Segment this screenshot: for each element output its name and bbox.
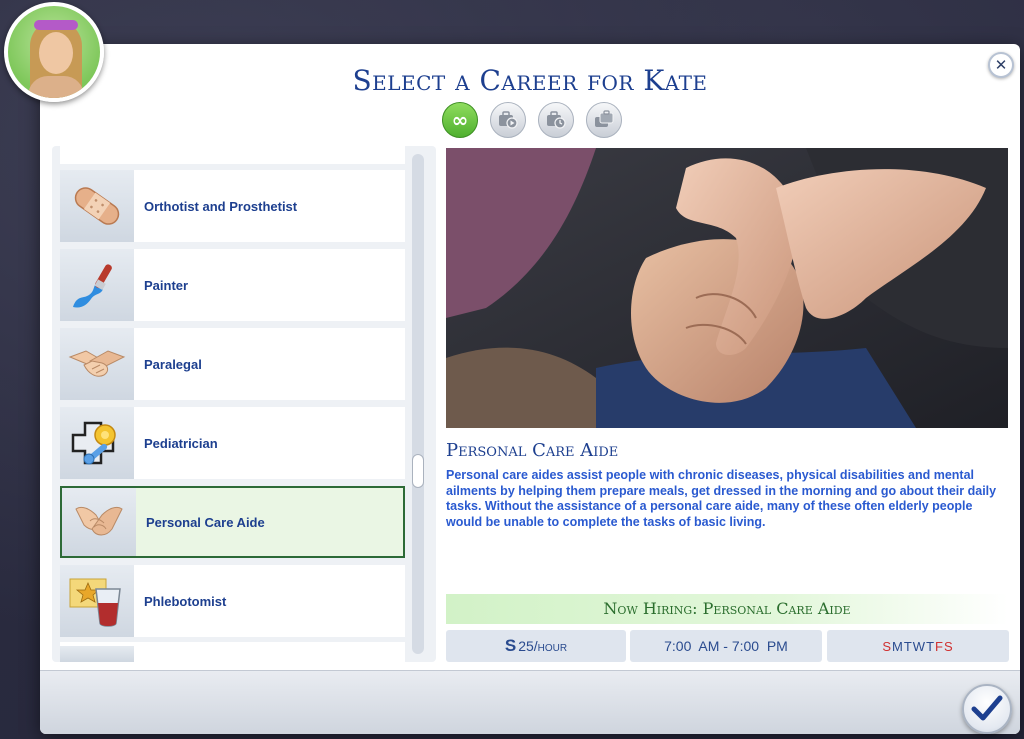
filter-full-time-button[interactable] (538, 102, 574, 138)
day-thursday: T (926, 638, 936, 654)
baby-rattle-icon (71, 421, 116, 465)
day-friday: F (935, 638, 944, 654)
close-icon: ✕ (994, 56, 1008, 74)
career-label: Personal Care Aide (146, 514, 265, 530)
close-button[interactable]: ✕ (988, 52, 1014, 78)
infinity-icon: ∞ (451, 108, 469, 132)
career-item-phlebotomist[interactable]: Phlebotomist (60, 565, 405, 637)
briefcase-play-icon (499, 111, 518, 129)
career-list[interactable]: Orthotist and Prosthetist Painter Parale… (52, 146, 436, 662)
dialog-title: Select a Career for Kate (352, 64, 708, 97)
career-item-personal-care-aide[interactable]: Personal Care Aide (60, 486, 405, 558)
career-label: Orthotist and Prosthetist (144, 198, 298, 214)
career-item-paralegal[interactable]: Paralegal (60, 328, 405, 400)
day-saturday: S (943, 638, 954, 654)
career-detail-title: Personal Care Aide (446, 440, 619, 461)
care-hands-photo (446, 148, 1008, 428)
filter-all-careers-button[interactable]: ∞ (442, 102, 478, 138)
now-hiring-banner: Now Hiring: Personal Care Aide (446, 594, 1008, 624)
filter-part-time-button[interactable] (490, 102, 526, 138)
career-label: Paralegal (144, 356, 202, 372)
pay-rate: S 25/hour (446, 630, 626, 662)
list-scrollbar[interactable] (412, 154, 424, 654)
career-filter-row: ∞ (442, 102, 622, 138)
bandage-icon (74, 187, 120, 225)
briefcase-stack-icon (595, 110, 614, 127)
career-label: Phlebotomist (144, 593, 227, 609)
career-image (446, 148, 1008, 428)
career-label: Painter (144, 277, 189, 293)
career-description: Personal care aides assist people with c… (446, 468, 997, 529)
day-monday: M (892, 638, 904, 654)
list-item-partial (60, 642, 405, 662)
day-wednesday: W (912, 638, 927, 654)
work-days: S M T W T F S (827, 630, 1009, 662)
checkmark-icon (971, 695, 1003, 721)
scrollbar-thumb[interactable] (412, 454, 424, 488)
blood-vial-icon (69, 578, 121, 627)
hours-text: 7:00 AM - 7:00 PM (664, 638, 788, 654)
confirm-button[interactable] (962, 684, 1012, 734)
filter-freelance-button[interactable] (586, 102, 622, 138)
pay-value: 25/hour (518, 638, 568, 654)
handshake-icon (68, 350, 126, 377)
career-item-orthotist[interactable]: Orthotist and Prosthetist (60, 170, 405, 242)
simoleon-icon: S (504, 636, 517, 655)
paintbrush-icon (73, 264, 112, 308)
day-tuesday: T (903, 638, 913, 654)
career-item-painter[interactable]: Painter (60, 249, 405, 321)
briefcase-clock-icon (547, 111, 566, 129)
day-sunday: S (882, 638, 892, 654)
career-item-pediatrician[interactable]: Pediatrician (60, 407, 405, 479)
holding-hands-icon (75, 506, 123, 536)
work-hours: 7:00 AM - 7:00 PM (630, 630, 822, 662)
dialog-footer (40, 670, 1020, 734)
list-item-partial (60, 146, 405, 164)
sim-avatar (4, 2, 104, 102)
career-label: Pediatrician (144, 435, 218, 451)
